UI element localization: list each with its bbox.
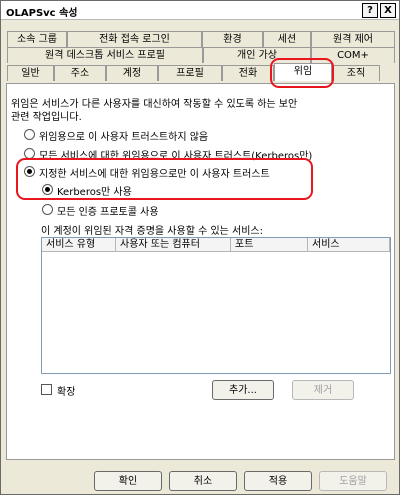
services-list[interactable]: 서비스 유형 사용자 또는 컴퓨터 포트 서비스	[41, 237, 391, 374]
help-title-button[interactable]: ?	[362, 3, 378, 18]
help-button[interactable]: 도움말	[319, 471, 387, 491]
services-list-label: 이 계정이 위임된 자격 증명을 사용할 수 있는 서비스:	[41, 226, 263, 237]
tab-member-of[interactable]: 소속 그룹	[7, 31, 67, 47]
add-button[interactable]: 추가...	[212, 380, 274, 400]
expand-checkbox[interactable]	[41, 384, 52, 395]
properties-dialog: OLAPSvc 속성 ? X 소속 그룹 전화 접속 로그인 환경 세션 원격 …	[0, 0, 400, 495]
column-service-type[interactable]: 서비스 유형	[42, 238, 116, 252]
description-text-line2: 관련 작업입니다.	[11, 112, 82, 123]
tab-dial-in[interactable]: 전화 접속 로그인	[67, 31, 202, 47]
close-title-button[interactable]: X	[380, 3, 396, 18]
radio-any-protocol-label[interactable]: 모든 인증 프로토콜 사용	[57, 203, 159, 218]
tab-environment[interactable]: 환경	[202, 31, 263, 47]
column-port[interactable]: 포트	[231, 238, 308, 252]
tab-profile[interactable]: 프로필	[158, 65, 222, 81]
expand-checkbox-label[interactable]: 확장	[57, 383, 75, 398]
tab-sessions[interactable]: 세션	[263, 31, 311, 47]
column-service[interactable]: 서비스	[308, 238, 390, 252]
options-highlight	[16, 158, 313, 200]
cancel-button[interactable]: 취소	[169, 471, 237, 491]
tab-telephones[interactable]: 전화	[222, 65, 274, 81]
tab-address[interactable]: 주소	[54, 65, 106, 81]
tab-remote-control[interactable]: 원격 제어	[311, 31, 395, 47]
ok-button[interactable]: 확인	[94, 471, 162, 491]
tab-rds-profile[interactable]: 원격 데스크톱 서비스 프로필	[7, 47, 203, 63]
column-user-or-computer[interactable]: 사용자 또는 컴퓨터	[116, 238, 231, 252]
radio-any-protocol[interactable]	[42, 204, 53, 215]
radio-do-not-trust[interactable]	[24, 129, 35, 140]
radio-do-not-trust-label[interactable]: 위임용으로 이 사용자 트러스트하지 않음	[39, 128, 208, 143]
tab-account[interactable]: 계정	[106, 65, 158, 81]
tab-organization[interactable]: 조직	[332, 65, 380, 81]
title-bar: OLAPSvc 속성 ? X	[1, 1, 399, 20]
remove-button[interactable]: 제거	[292, 380, 354, 400]
apply-button[interactable]: 적용	[244, 471, 312, 491]
tab-highlight	[270, 58, 334, 88]
window-title: OLAPSvc 속성	[6, 8, 78, 19]
tab-general[interactable]: 일반	[7, 65, 54, 81]
